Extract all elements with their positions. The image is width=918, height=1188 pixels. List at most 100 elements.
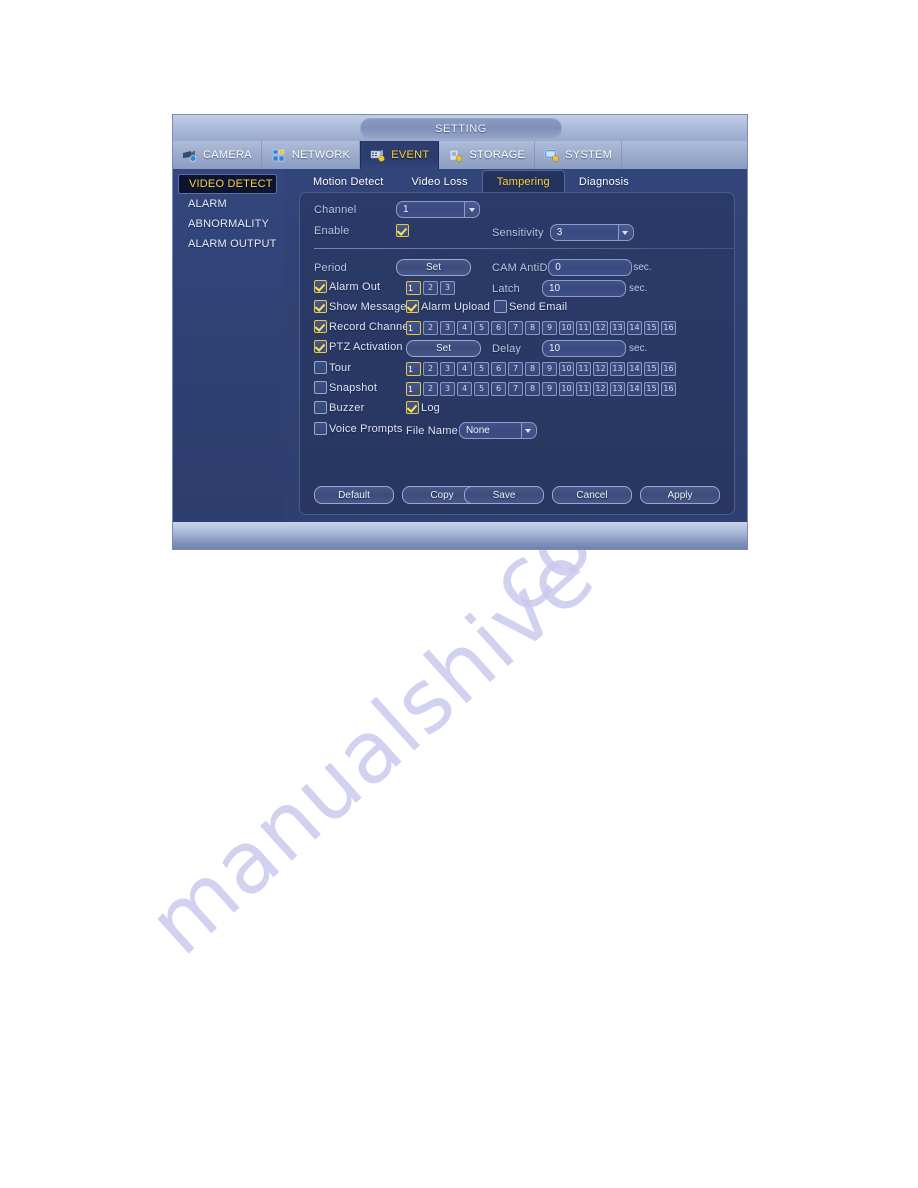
- snapshot-chip-16[interactable]: 16: [661, 382, 676, 396]
- snapshot-chip-7[interactable]: 7: [508, 382, 523, 396]
- tour-chip-15[interactable]: 15: [644, 362, 659, 376]
- snapshot-chip-5[interactable]: 5: [474, 382, 489, 396]
- tour-chip-5[interactable]: 5: [474, 362, 489, 376]
- snapshot-checkbox[interactable]: [314, 381, 327, 394]
- chevron-down-icon: [617, 225, 632, 240]
- tour-chip-14[interactable]: 14: [627, 362, 642, 376]
- record-channel-chip-11[interactable]: 11: [576, 321, 591, 335]
- record-channel-chip-7[interactable]: 7: [508, 321, 523, 335]
- snapshot-chip-14[interactable]: 14: [627, 382, 642, 396]
- snapshot-chip-6[interactable]: 6: [491, 382, 506, 396]
- latch-unit: sec.: [629, 283, 648, 294]
- tour-chip-2[interactable]: 2: [423, 362, 438, 376]
- period-set-button[interactable]: Set: [396, 259, 471, 276]
- file-name-select[interactable]: None: [458, 422, 537, 439]
- record-channel-chip-10[interactable]: 10: [559, 321, 574, 335]
- alarm-out-checkbox[interactable]: [314, 280, 327, 293]
- nav-item-camera[interactable]: CAMERA: [173, 141, 262, 169]
- tab-video-loss[interactable]: Video Loss: [397, 171, 481, 193]
- record-channel-chip-16[interactable]: 16: [661, 321, 676, 335]
- enable-checkbox[interactable]: [396, 224, 409, 237]
- voice-prompts-checkbox[interactable]: [314, 422, 327, 435]
- record-channel-chip-12[interactable]: 12: [593, 321, 608, 335]
- dvr-setting-window: SETTING CAMERA NETWORK EVENT STORAGE SYS…: [173, 115, 747, 549]
- nav-item-network[interactable]: NETWORK: [262, 141, 361, 169]
- snapshot-chip-12[interactable]: 12: [593, 382, 608, 396]
- tour-chip-16[interactable]: 16: [661, 362, 676, 376]
- channel-select[interactable]: 1: [396, 201, 480, 218]
- alarm-out-chip-2[interactable]: 2: [423, 281, 438, 295]
- record-channel-chip-3[interactable]: 3: [440, 321, 455, 335]
- snapshot-chip-8[interactable]: 8: [525, 382, 540, 396]
- tab-motion-detect[interactable]: Motion Detect: [299, 171, 397, 193]
- tour-channel-chips: 1 2 3 4 5 6 7 8 9 10 11 12 13 14 15 16: [406, 362, 676, 376]
- tour-chip-11[interactable]: 11: [576, 362, 591, 376]
- snapshot-chip-9[interactable]: 9: [542, 382, 557, 396]
- record-channel-chip-14[interactable]: 14: [627, 321, 642, 335]
- nav-item-event[interactable]: EVENT: [360, 141, 440, 169]
- snapshot-chip-1[interactable]: 1: [406, 382, 421, 396]
- record-channel-chip-9[interactable]: 9: [542, 321, 557, 335]
- tour-chip-1[interactable]: 1: [406, 362, 421, 376]
- sidebar-item-abnormality[interactable]: ABNORMALITY: [178, 214, 282, 234]
- delay-input[interactable]: 10: [542, 340, 626, 357]
- nav-item-storage[interactable]: STORAGE: [439, 141, 536, 169]
- record-channel-chip-15[interactable]: 15: [644, 321, 659, 335]
- sidebar-item-alarm[interactable]: ALARM: [178, 194, 282, 214]
- nav-item-system[interactable]: SYSTEM: [535, 141, 623, 169]
- show-message-checkbox[interactable]: [314, 300, 327, 313]
- snapshot-chip-2[interactable]: 2: [423, 382, 438, 396]
- default-button[interactable]: Default: [314, 486, 394, 504]
- ptz-activation-checkbox[interactable]: [314, 340, 327, 353]
- tour-chip-3[interactable]: 3: [440, 362, 455, 376]
- nav-label-event: EVENT: [391, 149, 430, 161]
- send-email-checkbox[interactable]: [494, 300, 507, 313]
- snapshot-label: Snapshot: [329, 381, 378, 394]
- cancel-button[interactable]: Cancel: [552, 486, 632, 504]
- voice-prompts-label: Voice Prompts: [329, 422, 403, 435]
- cam-antidither-unit: sec.: [633, 262, 652, 273]
- record-channel-chip-5[interactable]: 5: [474, 321, 489, 335]
- tour-chip-12[interactable]: 12: [593, 362, 608, 376]
- delay-value: 10: [549, 343, 561, 354]
- record-channel-chip-2[interactable]: 2: [423, 321, 438, 335]
- cam-antidither-input[interactable]: 0: [548, 259, 633, 276]
- latch-input[interactable]: 10: [542, 280, 626, 297]
- sidebar-item-video-detect[interactable]: VIDEO DETECT: [178, 174, 277, 194]
- record-channel-checkbox[interactable]: [314, 320, 327, 333]
- snapshot-chip-4[interactable]: 4: [457, 382, 472, 396]
- tour-chip-13[interactable]: 13: [610, 362, 625, 376]
- save-button[interactable]: Save: [464, 486, 544, 504]
- ptz-set-button[interactable]: Set: [406, 340, 481, 357]
- tab-tampering[interactable]: Tampering: [481, 170, 565, 193]
- copy-button-label: Copy: [430, 489, 454, 501]
- sensitivity-label: Sensitivity: [492, 226, 544, 239]
- record-channel-chip-4[interactable]: 4: [457, 321, 472, 335]
- snapshot-chip-10[interactable]: 10: [559, 382, 574, 396]
- tour-chip-7[interactable]: 7: [508, 362, 523, 376]
- record-channel-chip-6[interactable]: 6: [491, 321, 506, 335]
- tab-diagnosis[interactable]: Diagnosis: [565, 171, 643, 193]
- alarm-upload-checkbox[interactable]: [406, 300, 419, 313]
- snapshot-chip-3[interactable]: 3: [440, 382, 455, 396]
- show-message-label: Show Message: [329, 300, 407, 313]
- apply-button[interactable]: Apply: [640, 486, 720, 504]
- buzzer-checkbox[interactable]: [314, 401, 327, 414]
- tour-checkbox[interactable]: [314, 361, 327, 374]
- record-channel-chip-1[interactable]: 1: [406, 321, 421, 335]
- tour-chip-10[interactable]: 10: [559, 362, 574, 376]
- snapshot-chip-15[interactable]: 15: [644, 382, 659, 396]
- tour-chip-4[interactable]: 4: [457, 362, 472, 376]
- snapshot-chip-13[interactable]: 13: [610, 382, 625, 396]
- sidebar-item-alarm-output[interactable]: ALARM OUTPUT: [178, 234, 282, 254]
- sensitivity-select[interactable]: 3: [549, 224, 634, 241]
- log-checkbox[interactable]: [406, 401, 419, 414]
- record-channel-chip-8[interactable]: 8: [525, 321, 540, 335]
- snapshot-chip-11[interactable]: 11: [576, 382, 591, 396]
- alarm-out-chip-3[interactable]: 3: [440, 281, 455, 295]
- record-channel-chip-13[interactable]: 13: [610, 321, 625, 335]
- tour-chip-6[interactable]: 6: [491, 362, 506, 376]
- tour-chip-9[interactable]: 9: [542, 362, 557, 376]
- tour-chip-8[interactable]: 8: [525, 362, 540, 376]
- alarm-out-chip-1[interactable]: 1: [406, 281, 421, 295]
